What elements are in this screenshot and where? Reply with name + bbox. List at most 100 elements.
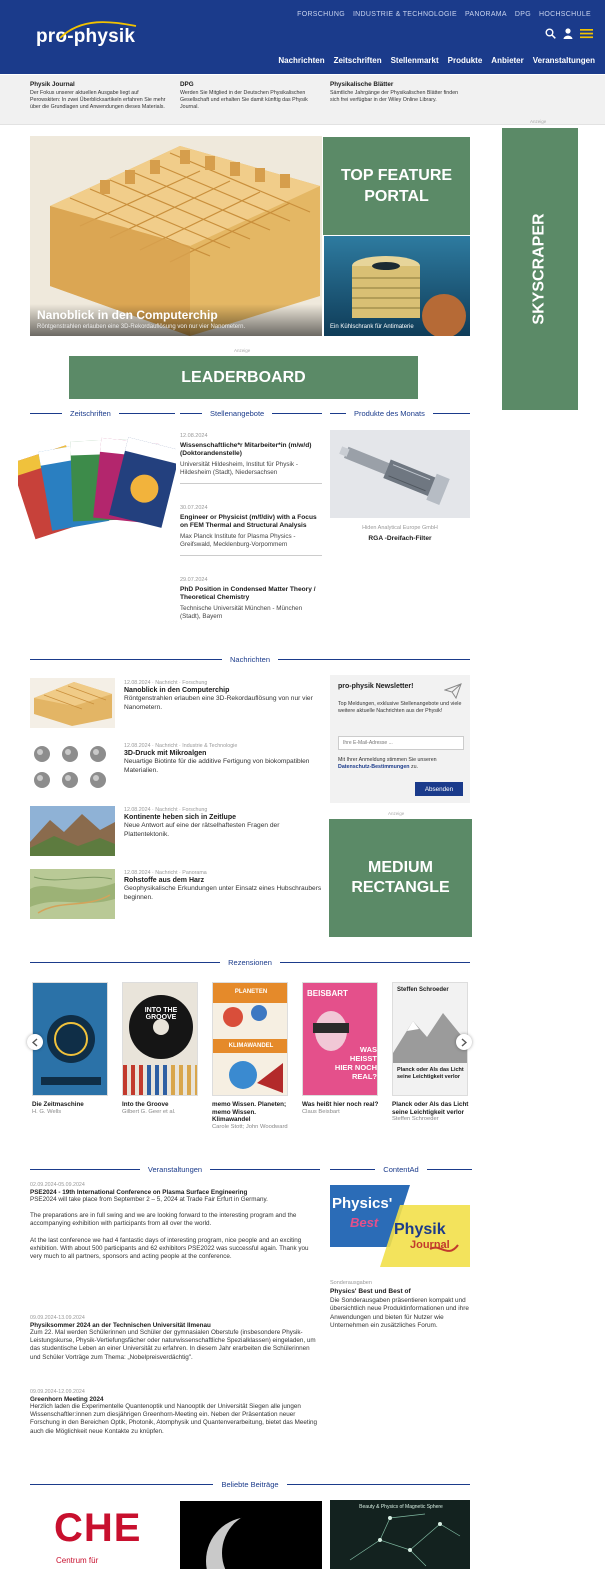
job-title[interactable]: Engineer or Physicist (m/f/div) with a F… (180, 514, 322, 531)
book-cover-author: Steffen Schroeder (397, 987, 449, 993)
contentad-title[interactable]: Physics' Best und Best of (330, 1288, 470, 1295)
nav-anbieter[interactable]: Anbieter (491, 56, 523, 65)
job-listing[interactable]: 30.07.2024 Engineer or Physicist (m/f/di… (180, 505, 322, 556)
ad-label: Anzeige (388, 811, 405, 816)
news-title[interactable]: 3D-Druck mit Mikroalgen (124, 750, 322, 757)
news-title[interactable]: Kontinente heben sich in Zeitlupe (124, 814, 322, 821)
event-title[interactable]: Physiksommer 2024 an der Technischen Uni… (30, 1322, 318, 1329)
heading-title[interactable]: Zeitschriften (62, 409, 119, 418)
event-item[interactable]: 09.09.2024-13.09.2024 Physiksommer 2024 … (30, 1315, 318, 1362)
job-listing[interactable]: 29.07.2024 PhD Position in Condensed Mat… (180, 577, 322, 627)
top-links: FORSCHUNG INDUSTRIE & TECHNOLOGIE PANORA… (297, 11, 591, 18)
book-title[interactable]: Was heißt hier noch real? (302, 1101, 382, 1109)
book-title[interactable]: memo Wissen. Planeten; memo Wissen. Klim… (212, 1101, 292, 1124)
book-cover-planeten-klima[interactable]: PLANETEN KLIMAWANDEL (212, 982, 288, 1096)
feature-side-article[interactable]: Ein Kühlschrank für Antimaterie (324, 236, 470, 336)
book-cover-title: WAS HEISST HIER NOCH REAL? (334, 1045, 377, 1081)
job-listing[interactable]: 12.08.2024 Wissenschaftliche*r Mitarbeit… (180, 433, 322, 484)
feature-subtitle: Röntgenstrahlen erlauben eine 3D-Rekorda… (37, 324, 246, 330)
magnetic-network-image (330, 1500, 470, 1569)
news-thumbnail[interactable] (30, 678, 115, 728)
user-icon[interactable] (563, 28, 573, 39)
book-caption[interactable]: Into the Groove Gilbert G. Geer et al. (122, 1101, 202, 1116)
news-thumbnail[interactable] (30, 806, 115, 856)
toplink-dpg[interactable]: DPG (515, 11, 531, 18)
journal-physikalische-blaetter[interactable]: Physikalische Blätter Sämtliche Jahrgäng… (330, 81, 468, 104)
book-cover-groove[interactable]: INTO THE GROOVE (122, 982, 198, 1096)
heading-title[interactable]: Rezensionen (220, 958, 280, 967)
nav-stellenmarkt[interactable]: Stellenmarkt (391, 56, 439, 65)
search-icon[interactable] (545, 28, 556, 39)
journal-strip: Physik Journal Der Fokus unserer aktuell… (0, 75, 605, 125)
section-heading-rezensionen: Rezensionen (30, 958, 470, 967)
nav-nachrichten[interactable]: Nachrichten (278, 56, 324, 65)
heading-title[interactable]: ContentAd (375, 1165, 426, 1174)
book-title[interactable]: Into the Groove (122, 1101, 202, 1109)
ad-skyscraper[interactable]: SKYSCRAPER (502, 128, 578, 410)
job-title[interactable]: Wissenschaftliche*r Mitarbeiter*in (m/w/… (180, 442, 322, 459)
heading-title[interactable]: Stellenangebote (202, 409, 272, 418)
news-title[interactable]: Rohstoffe aus dem Harz (124, 877, 322, 884)
nav-produkte[interactable]: Produkte (448, 56, 483, 65)
book-cover-beisbart[interactable]: BEISBART WAS HEISST HIER NOCH REAL? (302, 982, 378, 1096)
heading-title[interactable]: Produkte des Monats (346, 409, 433, 418)
nav-zeitschriften[interactable]: Zeitschriften (334, 56, 382, 65)
event-title[interactable]: PSE2024 - 19th International Conference … (30, 1189, 318, 1196)
event-title[interactable]: Greenhorn Meeting 2024 (30, 1396, 318, 1403)
privacy-link[interactable]: Datenschutz-Bestimmungen (338, 764, 410, 770)
toplink-industrie[interactable]: INDUSTRIE & TECHNOLOGIE (353, 11, 457, 18)
news-item[interactable]: 12.08.2024 · Nachricht · Panorama Rohsto… (124, 870, 322, 902)
ad-label: Anzeige (530, 119, 547, 124)
ad-leaderboard[interactable]: LEADERBOARD (69, 356, 418, 399)
carousel-next-button[interactable] (456, 1034, 472, 1050)
journal-physik-journal[interactable]: Physik Journal Der Fokus unserer aktuell… (30, 81, 168, 111)
toplink-hochschule[interactable]: HOCHSCHULE (539, 11, 591, 18)
event-item[interactable]: 02.09.2024-05.09.2024 PSE2024 - 19th Int… (30, 1182, 318, 1261)
event-date: 09.09.2024-13.09.2024 (30, 1315, 85, 1321)
toplink-forschung[interactable]: FORSCHUNG (297, 11, 345, 18)
event-item[interactable]: 09.09.2024-12.09.2024 Greenhorn Meeting … (30, 1389, 318, 1436)
news-desc: Geophysikalische Erkundungen unter Einsa… (124, 885, 322, 901)
carousel-prev-button[interactable] (27, 1034, 43, 1050)
newsletter-submit-button[interactable]: Absenden (415, 782, 463, 796)
book-caption[interactable]: Die Zeitmaschine H. G. Wells (32, 1101, 112, 1116)
magazine-stack-image[interactable] (18, 432, 176, 544)
consent-suffix: zu. (411, 764, 419, 771)
popular-post-che[interactable]: CHE Centrum für (30, 1500, 172, 1569)
ad-medium-rectangle[interactable]: MEDIUM RECTANGLE (329, 819, 472, 937)
nav-veranstaltungen[interactable]: Veranstaltungen (533, 56, 595, 65)
news-item[interactable]: 12.08.2024 · Nachricht · Forschung Konti… (124, 807, 322, 839)
book-cover-zeitmaschine[interactable] (32, 982, 108, 1096)
popular-post-moon[interactable] (180, 1501, 322, 1569)
news-item[interactable]: 12.08.2024 · Nachricht · Industrie & Tec… (124, 743, 322, 775)
news-microalgae-image (30, 742, 115, 792)
toplink-panorama[interactable]: PANORAMA (465, 11, 507, 18)
book-caption[interactable]: memo Wissen. Planeten; memo Wissen. Klim… (212, 1101, 292, 1131)
journal-dpg[interactable]: DPG Werden Sie Mitglied in der Deutschen… (180, 81, 318, 111)
book-cover-title: INTO THE GROOVE (144, 1007, 178, 1021)
logo-swoosh-icon (59, 21, 137, 39)
book-caption[interactable]: Planck oder Als das Licht seine Leichtig… (392, 1101, 472, 1124)
menu-icon[interactable] (580, 28, 593, 39)
rga-filter-image (330, 430, 470, 518)
news-title[interactable]: Nanoblick in den Computerchip (124, 687, 322, 694)
product-name[interactable]: RGA -Dreifach-Filter (330, 535, 470, 542)
feature-main-article[interactable]: Nanoblick in den Computerchip Röntgenstr… (30, 136, 322, 336)
book-title[interactable]: Die Zeitmaschine (32, 1101, 112, 1109)
heading-title[interactable]: Veranstaltungen (140, 1165, 210, 1174)
job-title[interactable]: PhD Position in Condensed Matter Theory … (180, 586, 322, 603)
newsletter-email-input[interactable] (338, 736, 464, 750)
popular-post-magnetic[interactable]: Beauty & Physics of Magnetic Sphere (330, 1500, 470, 1569)
product-image[interactable] (330, 430, 470, 518)
book-title[interactable]: Planck oder Als das Licht seine Leichtig… (392, 1101, 472, 1116)
contentad-image[interactable]: Physics' Best Physik Journal (330, 1185, 470, 1275)
heading-title[interactable]: Nachrichten (222, 655, 278, 664)
news-thumbnail[interactable] (30, 742, 115, 792)
contentad-logo-line: Best (350, 1215, 379, 1230)
news-thumbnail[interactable] (30, 869, 115, 919)
ad-top-feature-portal[interactable]: TOP FEATURE PORTAL (323, 137, 470, 235)
news-item[interactable]: 12.08.2024 · Nachricht · Forschung Nanob… (124, 680, 322, 712)
heading-title[interactable]: Beliebte Beiträge (213, 1480, 286, 1489)
book-caption[interactable]: Was heißt hier noch real? Claus Beisbart (302, 1101, 382, 1116)
event-paragraph: At the last conference we had 4 fantasti… (30, 1236, 309, 1261)
